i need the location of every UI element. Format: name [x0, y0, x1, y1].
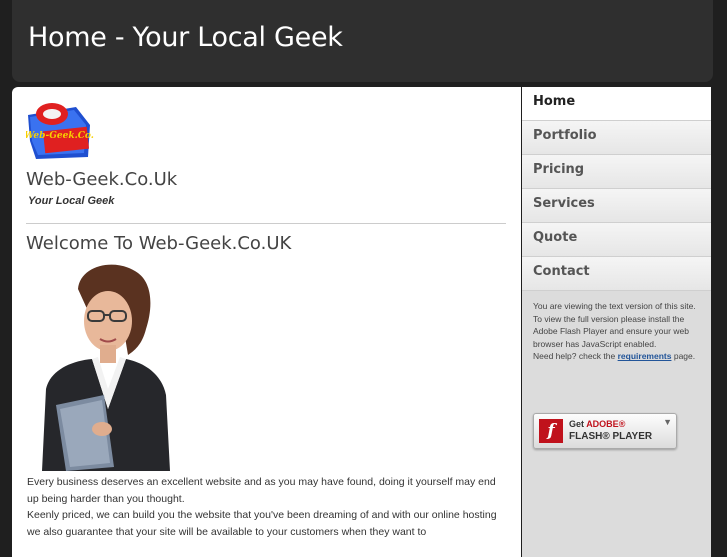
site-logo[interactable]: Web-Geek.Co.Uk: [26, 101, 94, 161]
notice-line: To view the full version please install …: [533, 313, 689, 349]
help-line: Need help? check the requirements page.: [533, 350, 703, 363]
nav-item-pricing[interactable]: Pricing: [522, 155, 711, 189]
requirements-link[interactable]: requirements: [618, 351, 672, 361]
woman-photo: [30, 259, 170, 471]
site-slogan: Your Local Geek: [28, 195, 115, 207]
intro-text: Every business deserves an excellent web…: [27, 474, 507, 540]
welcome-heading: Welcome To Web-Geek.Co.UK: [26, 233, 292, 254]
flash-player-label: FLASH® PLAYER: [569, 431, 653, 442]
adobe-label: ADOBE®: [586, 419, 626, 429]
help-suffix: page.: [673, 351, 696, 362]
main-content: Web-Geek.Co.Uk Web-Geek.Co.Uk Your Local…: [12, 87, 521, 557]
page-title: Home - Your Local Geek: [28, 22, 343, 53]
svg-text:Web-Geek.Co.Uk: Web-Geek.Co.Uk: [26, 131, 94, 141]
nav-item-contact[interactable]: Contact: [522, 257, 711, 291]
nav-item-services[interactable]: Services: [522, 189, 711, 223]
site-name: Web-Geek.Co.Uk: [26, 169, 178, 190]
get-flash-player-button[interactable]: f Get ADOBE® FLASH® PLAYER ▼: [533, 413, 677, 449]
main-nav: Home Portfolio Pricing Services Quote Co…: [522, 87, 711, 291]
sidebar: Home Portfolio Pricing Services Quote Co…: [522, 87, 711, 557]
flash-get-label: Get ADOBE®: [569, 419, 626, 429]
help-prefix: Need help? check the: [533, 351, 616, 362]
flash-icon: f: [539, 419, 563, 443]
nav-item-portfolio[interactable]: Portfolio: [522, 121, 711, 155]
download-arrow-icon: ▼: [663, 417, 672, 427]
nav-item-home[interactable]: Home: [522, 87, 711, 121]
notice-line: You are viewing the text version of this…: [533, 301, 696, 311]
page-header: Home - Your Local Geek: [12, 0, 713, 82]
divider: [26, 223, 506, 224]
intro-paragraph: Keenly priced, we can build you the webs…: [27, 509, 497, 538]
intro-paragraph: Every business deserves an excellent web…: [27, 476, 496, 505]
flash-notice: You are viewing the text version of this…: [533, 300, 703, 363]
nav-item-quote[interactable]: Quote: [522, 223, 711, 257]
